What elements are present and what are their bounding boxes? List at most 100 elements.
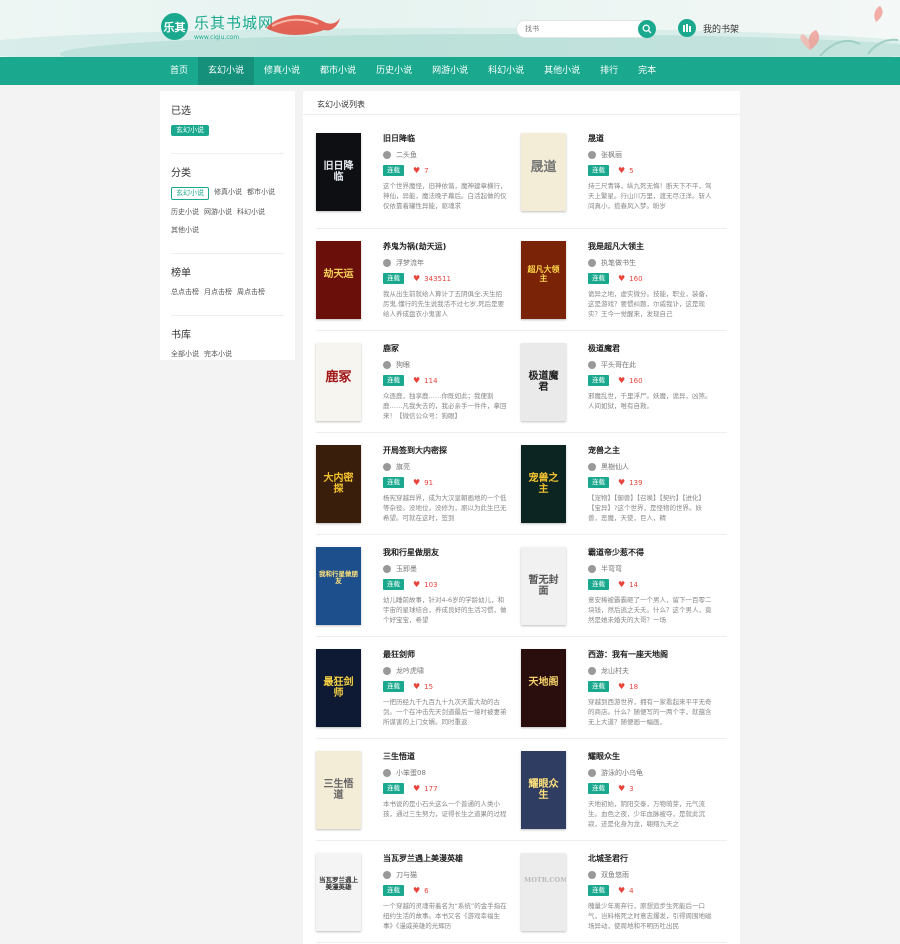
book-title[interactable]: 西游：我有一座天地阁 xyxy=(588,649,712,660)
search-button[interactable] xyxy=(638,20,656,38)
book-item[interactable]: 极道魔君 极道魔君 平头哥在此 连载 ♥ 160 邪魔乱世，千里浮尸。妖魔，诡异… xyxy=(521,337,726,432)
status-badge: 连载 xyxy=(588,375,609,386)
book-item[interactable]: 三生悟道 三生悟道 小笨蛋08 连载 ♥ 177 本书说的是小石头这么一个普通的… xyxy=(316,745,521,840)
book-cover[interactable]: 旧日降临 xyxy=(316,133,361,211)
book-author[interactable]: 旗亮 xyxy=(396,462,410,472)
book-item[interactable]: 鹿冢 鹿冢 狗眼 连载 ♥ 114 众逐鹿，独享鹿……你既如此；我便割鹿……凡我… xyxy=(316,337,521,432)
nav-kehuan[interactable]: 科幻小说 xyxy=(478,57,534,85)
category-tag[interactable]: 网游小说 xyxy=(204,207,232,218)
book-cover[interactable]: 大内密探 xyxy=(316,445,361,523)
book-author[interactable]: 小笨蛋08 xyxy=(396,768,426,778)
nav-qita[interactable]: 其他小说 xyxy=(534,57,590,85)
book-cover[interactable]: 天地阁 xyxy=(521,649,566,727)
book-author[interactable]: 半弯弯 xyxy=(601,564,622,574)
book-title[interactable]: 耀眼众生 xyxy=(588,751,712,762)
category-tag[interactable]: 修真小说 xyxy=(214,187,242,200)
book-author[interactable]: 龙山村夫 xyxy=(601,666,629,676)
book-title[interactable]: 旧日降临 xyxy=(383,133,507,144)
section-title: 分类 xyxy=(171,168,191,179)
book-title[interactable]: 开局签到大内密探 xyxy=(383,445,507,456)
book-title[interactable]: 三生悟道 xyxy=(383,751,507,762)
rank-tag[interactable]: 总点击榜 xyxy=(171,287,199,298)
book-title[interactable]: 最狂剑师 xyxy=(383,649,507,660)
book-title[interactable]: 宠兽之主 xyxy=(588,445,712,456)
book-title[interactable]: 晟道 xyxy=(588,133,712,144)
book-cover[interactable]: 暂无封面 xyxy=(521,547,566,625)
book-author[interactable]: 浮梦流年 xyxy=(396,258,424,268)
nav-xiuzhen[interactable]: 修真小说 xyxy=(254,57,310,85)
library-tag[interactable]: 完本小说 xyxy=(204,349,232,360)
book-cover[interactable]: 我和行星做朋友 xyxy=(316,547,361,625)
book-item[interactable]: 我和行星做朋友 我和行星做朋友 玉即墨 连载 ♥ 103 幼儿睡前故事，针对4-… xyxy=(316,541,521,636)
category-tag[interactable]: 历史小说 xyxy=(171,207,199,218)
rank-tag[interactable]: 月点击榜 xyxy=(204,287,232,298)
book-author[interactable]: 二头鱼 xyxy=(396,150,417,160)
section-title: 已选 xyxy=(171,106,191,117)
book-item[interactable]: 劫天运 养鬼为祸(劫天运) 浮梦流年 连载 ♥ 343511 我从出生前就给人算… xyxy=(316,235,521,330)
book-item[interactable]: 旧日降临 旧日降临 二头鱼 连载 ♥ 7 这个世界魔怪，旧神依谐，魔神建章横行，… xyxy=(316,127,521,228)
book-cover[interactable]: 宠兽之主 xyxy=(521,445,566,523)
nav-dushi[interactable]: 都市小说 xyxy=(310,57,366,85)
book-info: 北城圣君行 双鱼悠雨 连载 ♥ 4 魄量少年离弃行，原想追步生死能后一口气，岂料… xyxy=(588,853,712,942)
site-logo[interactable]: 乐其 乐其书城网 www.ciqiu.com xyxy=(161,12,274,41)
book-title[interactable]: 霸道帝少惹不得 xyxy=(588,547,712,558)
book-author[interactable]: 游泳的小乌龟 xyxy=(601,768,643,778)
book-title[interactable]: 鹿冢 xyxy=(383,343,507,354)
selected-tag[interactable]: 玄幻小说 xyxy=(171,125,209,136)
book-item[interactable]: 晟道 晟道 张枫丽 连载 ♥ 5 持三尺青锋，纵九死无悔！断天下不平，驾天上繁星… xyxy=(521,127,726,228)
book-title[interactable]: 当瓦罗兰遇上美漫英雄 xyxy=(383,853,507,864)
book-title[interactable]: 北城圣君行 xyxy=(588,853,712,864)
book-author[interactable]: 执笔做书生 xyxy=(601,258,636,268)
list-heading: 玄幻小说列表 xyxy=(303,91,740,115)
book-author[interactable]: 玉即墨 xyxy=(396,564,417,574)
category-tag[interactable]: 玄幻小说 xyxy=(171,187,209,200)
book-title[interactable]: 我和行星做朋友 xyxy=(383,547,507,558)
book-author[interactable]: 双鱼悠雨 xyxy=(601,870,629,880)
book-cover[interactable]: 当瓦罗兰遇上美漫英雄 xyxy=(316,853,361,931)
search-input[interactable] xyxy=(525,21,635,37)
book-item[interactable]: 大内密探 开局签到大内密探 旗亮 连载 ♥ 91 杨宪穿越异界，成为大汉皇朝画地… xyxy=(316,439,521,534)
nav-home[interactable]: 首页 xyxy=(160,57,198,85)
nav-lishi[interactable]: 历史小说 xyxy=(366,57,422,85)
book-cover[interactable]: 鹿冢 xyxy=(316,343,361,421)
book-author[interactable]: 刀与猫 xyxy=(396,870,417,880)
category-tag[interactable]: 科幻小说 xyxy=(237,207,265,218)
book-cover[interactable]: 最狂剑师 xyxy=(316,649,361,727)
book-author[interactable]: 狗眼 xyxy=(396,360,410,370)
book-author-row: 二头鱼 xyxy=(383,150,507,160)
nav-rank[interactable]: 排行 xyxy=(590,57,628,85)
category-tag[interactable]: 都市小说 xyxy=(247,187,275,200)
book-cover[interactable]: 三生悟道 xyxy=(316,751,361,829)
book-author[interactable]: 龙吟虎啸 xyxy=(396,666,424,676)
book-item[interactable]: 耀眼众生 耀眼众生 游泳的小乌龟 连载 ♥ 3 天地初始，阴阳交泰，万物萌芽，元… xyxy=(521,745,726,840)
book-cover[interactable]: MOTR.COM xyxy=(521,853,566,931)
category-tag[interactable]: 其他小说 xyxy=(171,225,199,236)
book-item[interactable]: 宠兽之主 宠兽之主 黑樹仙人 连载 ♥ 139 【宠物】【御兽】【召唤】【契约】… xyxy=(521,439,726,534)
book-author[interactable]: 张枫丽 xyxy=(601,150,622,160)
book-title[interactable]: 养鬼为祸(劫天运) xyxy=(383,241,507,252)
book-item[interactable]: 暂无封面 霸道帝少惹不得 半弯弯 连载 ♥ 14 意安稀被霸霸砸了一个男人，留下… xyxy=(521,541,726,636)
nav-xuanhuan[interactable]: 玄幻小说 xyxy=(198,57,255,85)
book-item[interactable]: 超凡大领主 我是超凡大领主 执笔做书生 连载 ♥ 160 诡异之地，虚实微分。技… xyxy=(521,235,726,330)
book-title[interactable]: 极道魔君 xyxy=(588,343,712,354)
book-item[interactable]: MOTR.COM 北城圣君行 双鱼悠雨 连载 ♥ 4 魄量少年离弃行，原想追步生… xyxy=(521,847,726,942)
book-item[interactable]: 最狂剑师 最狂剑师 龙吟虎啸 连载 ♥ 15 一把历经九千九百九十九次天雷大劫的… xyxy=(316,643,521,738)
book-cover[interactable]: 劫天运 xyxy=(316,241,361,319)
author-icon xyxy=(383,463,391,471)
book-cover[interactable]: 极道魔君 xyxy=(521,343,566,421)
library-tag[interactable]: 全部小说 xyxy=(171,349,199,360)
rank-tag[interactable]: 周点击榜 xyxy=(237,287,265,298)
book-cover[interactable]: 晟道 xyxy=(521,133,566,211)
book-item[interactable]: 天地阁 西游：我有一座天地阁 龙山村夫 连载 ♥ 18 穿越到西游世界，拥有一家… xyxy=(521,643,726,738)
book-author[interactable]: 平头哥在此 xyxy=(601,360,636,370)
status-badge: 连载 xyxy=(383,273,404,284)
book-author[interactable]: 黑樹仙人 xyxy=(601,462,629,472)
book-item[interactable]: 当瓦罗兰遇上美漫英雄 当瓦罗兰遇上美漫英雄 刀与猫 连载 ♥ 6 一个穿越的灵魂… xyxy=(316,847,521,942)
book-cover[interactable]: 超凡大领主 xyxy=(521,241,566,319)
nav-finished[interactable]: 完本 xyxy=(628,57,666,85)
nav-wangyou[interactable]: 网游小说 xyxy=(422,57,478,85)
cover-title: 鹿冢 xyxy=(325,370,352,385)
book-title[interactable]: 我是超凡大领主 xyxy=(588,241,712,252)
my-bookshelf-link[interactable]: 我的书架 xyxy=(678,19,739,37)
book-cover[interactable]: 耀眼众生 xyxy=(521,751,566,829)
